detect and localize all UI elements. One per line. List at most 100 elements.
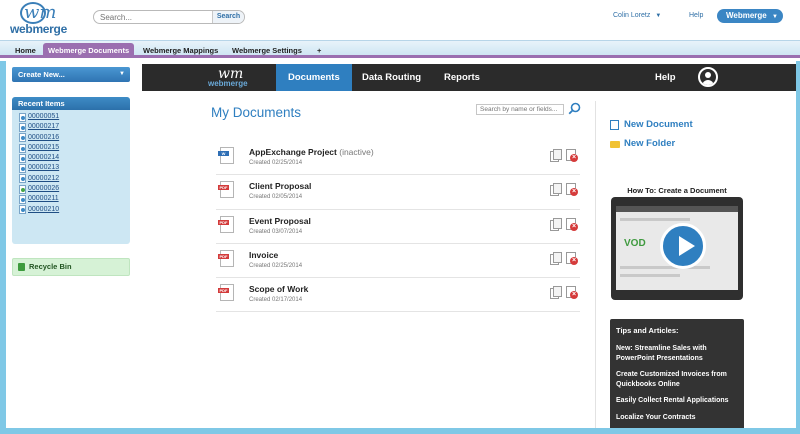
recent-item-label: 00000213: [28, 164, 60, 172]
copy-icon[interactable]: [550, 183, 562, 197]
pdf-file-icon: PDF: [218, 284, 234, 302]
delete-icon[interactable]: [566, 217, 579, 232]
new-document-label: New Document: [624, 119, 693, 130]
new-folder-label: New Folder: [624, 138, 676, 149]
recent-item-label: 00000026: [28, 185, 60, 193]
tips-panel: Tips and Articles: New: Streamline Sales…: [610, 319, 744, 428]
column-divider: [595, 101, 596, 428]
recycle-bin-icon: [18, 263, 25, 271]
copy-icon[interactable]: [550, 251, 562, 265]
tab-webmerge-documents[interactable]: Webmerge Documents: [43, 43, 135, 58]
tip-link[interactable]: Easily Collect Rental Applications: [616, 396, 738, 406]
delete-icon[interactable]: [566, 149, 579, 163]
document-row[interactable]: PDF Scope of Work Created 02/17/2014: [216, 278, 580, 313]
recent-item[interactable]: 00000212: [12, 174, 130, 184]
document-name[interactable]: Scope of Work: [249, 284, 308, 294]
document-date: Created 02/25/2014: [249, 160, 303, 166]
file-type-tag: W: [218, 151, 229, 156]
user-avatar-icon[interactable]: [698, 67, 718, 87]
document-name[interactable]: AppExchange Project (inactive): [249, 147, 374, 157]
chevron-down-icon: ▼: [119, 71, 125, 77]
recent-item[interactable]: 00000214: [12, 153, 130, 163]
document-row[interactable]: PDF Event Proposal Created 03/07/2014: [216, 210, 580, 244]
nav-help[interactable]: Help: [655, 64, 676, 91]
page-title: My Documents: [211, 105, 302, 120]
top-header: wm webmerge Search Colin Loretz ▼ Help W…: [0, 0, 800, 40]
document-name[interactable]: Client Proposal: [249, 181, 311, 191]
document-row[interactable]: PDF Invoice Created 02/25/2014: [216, 244, 580, 279]
video-player[interactable]: VOD: [611, 197, 743, 300]
recycle-bin-link[interactable]: Recycle Bin: [12, 258, 130, 276]
document-icon: [18, 205, 26, 215]
webmerge-app-label: Webmerge: [726, 11, 767, 20]
global-search-input[interactable]: [94, 11, 214, 23]
file-type-tag: PDF: [218, 288, 229, 294]
document-icon: [18, 112, 26, 122]
create-new-label: Create New...: [18, 70, 65, 79]
video-thumbnail-bar: [616, 206, 738, 212]
tips-title: Tips and Articles:: [616, 326, 679, 335]
copy-icon[interactable]: [550, 149, 562, 162]
delete-icon[interactable]: [566, 251, 579, 266]
delete-icon[interactable]: [566, 183, 579, 197]
recycle-bin-label: Recycle Bin: [29, 262, 72, 271]
document-search-input[interactable]: [476, 104, 564, 115]
document-row[interactable]: PDF Client Proposal Created 02/05/2014: [216, 175, 580, 210]
recent-item-label: 00000211: [28, 195, 59, 203]
global-search-button[interactable]: Search: [212, 11, 244, 23]
tab-add[interactable]: +: [312, 43, 326, 58]
chevron-down-icon: ▼: [772, 14, 778, 20]
nav-logo[interactable]: wm webmerge: [208, 66, 252, 88]
recent-item[interactable]: 00000026: [12, 184, 130, 194]
recent-item[interactable]: 00000215: [12, 143, 130, 153]
recent-item[interactable]: 00000217: [12, 122, 130, 132]
document-name-text: Client Proposal: [249, 181, 312, 192]
document-status: (inactive): [339, 147, 374, 157]
tab-home[interactable]: Home: [10, 43, 41, 58]
pdf-file-icon: PDF: [218, 181, 234, 199]
webmerge-logo[interactable]: wm webmerge: [10, 2, 70, 36]
delete-icon[interactable]: [566, 286, 579, 300]
file-type-tag: PDF: [218, 253, 229, 259]
user-menu[interactable]: Colin Loretz ▼: [613, 12, 661, 19]
nav-reports[interactable]: Reports: [432, 64, 492, 91]
document-name[interactable]: Invoice: [249, 250, 278, 260]
nav-documents[interactable]: Documents: [276, 64, 352, 91]
recent-items-title: Recent Items: [12, 97, 130, 110]
tip-link[interactable]: New: Streamline Sales with PowerPoint Pr…: [616, 344, 738, 363]
nav-data-routing[interactable]: Data Routing: [350, 64, 433, 91]
document-name-text: AppExchange Project: [249, 147, 337, 157]
recent-items-panel: Recent Items 00000051 00000217 00000216 …: [12, 97, 130, 244]
new-folder-link[interactable]: New Folder: [610, 138, 675, 149]
recent-item[interactable]: 00000216: [12, 133, 130, 143]
document-row[interactable]: W AppExchange Project (inactive) Created…: [216, 141, 580, 176]
search-icon[interactable]: [568, 102, 581, 115]
document-icon: [18, 174, 26, 184]
copy-icon[interactable]: [550, 286, 562, 300]
recent-item[interactable]: 00000213: [12, 163, 130, 174]
recent-item[interactable]: 00000051: [12, 112, 130, 122]
document-name[interactable]: Event Proposal: [249, 216, 311, 226]
recent-items-list: 00000051 00000217 00000216 00000215 0000…: [12, 110, 130, 215]
document-icon: [18, 143, 26, 153]
file-type-tag: PDF: [218, 219, 229, 225]
tab-webmerge-settings[interactable]: Webmerge Settings: [227, 43, 307, 58]
webmerge-app-button[interactable]: Webmerge ▼: [717, 9, 783, 23]
recent-item[interactable]: 00000210: [12, 205, 130, 215]
video-thumbnail-line: [620, 218, 690, 221]
tab-webmerge-mappings[interactable]: Webmerge Mappings: [138, 43, 223, 58]
create-new-button[interactable]: Create New... ▼: [12, 67, 130, 82]
recent-item-label: 00000212: [28, 174, 60, 182]
content-inner: Create New... ▼ Recent Items 00000051 00…: [6, 61, 796, 428]
new-document-icon: [610, 120, 619, 130]
document-date: Created 03/07/2014: [249, 228, 303, 235]
new-document-link[interactable]: New Document: [610, 119, 693, 130]
play-icon[interactable]: [660, 223, 706, 269]
chevron-down-icon: ▼: [655, 13, 662, 19]
tip-link[interactable]: Create Customized Invoices from Quickboo…: [616, 370, 738, 389]
help-link[interactable]: Help: [689, 12, 703, 19]
copy-icon[interactable]: [550, 217, 562, 231]
tip-link[interactable]: Localize Your Contracts: [616, 413, 738, 423]
recent-item[interactable]: 00000211: [12, 194, 130, 205]
video-title: How To: Create a Document: [627, 186, 727, 195]
